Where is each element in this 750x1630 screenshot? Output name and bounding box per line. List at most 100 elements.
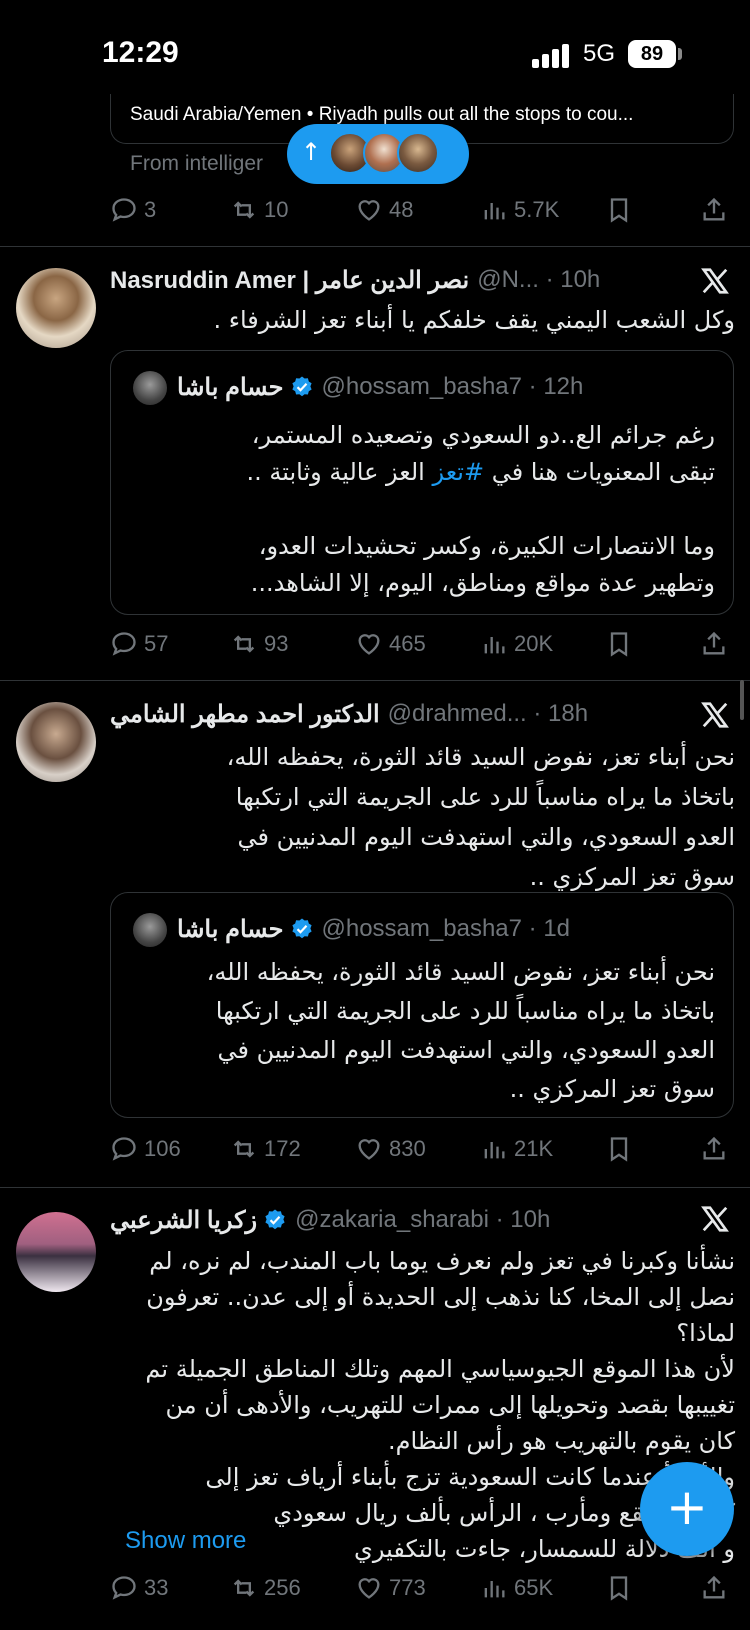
share-button[interactable] [700, 624, 734, 664]
reply-button[interactable]: 3 [110, 190, 156, 230]
verified-badge-icon [291, 918, 312, 939]
divider [0, 1187, 750, 1188]
repost-button[interactable]: 256 [230, 1568, 301, 1608]
reply-button[interactable]: 33 [110, 1568, 168, 1608]
repost-button[interactable]: 10 [230, 190, 288, 230]
reply-button[interactable]: 57 [110, 624, 168, 664]
author-handle[interactable]: @drahmed... · 18h [388, 700, 588, 728]
action-bar: 33 256 773 65K [110, 1568, 730, 1608]
heart-icon [358, 634, 380, 655]
quote-author-handle: @hossam_basha7 · 12h [321, 373, 584, 400]
quote-text: نحن أبناء تعز، نفوض السيد قائد الثورة، ي… [206, 958, 715, 1103]
heart-icon [358, 200, 380, 221]
share-button[interactable] [700, 1568, 734, 1608]
battery-indicator: 89 [628, 40, 676, 68]
quoted-tweet[interactable]: حسام باشا @hossam_basha7 · 12h رغم جرائم… [110, 350, 734, 615]
views-button[interactable]: 65K [480, 1568, 553, 1608]
author-name[interactable]: الدكتور احمد مطهر الشامي [110, 700, 380, 729]
quote-header: حسام باشا @hossam_basha7 · 1d [177, 909, 570, 949]
scrollbar[interactable] [740, 680, 744, 720]
share-button[interactable] [700, 190, 734, 230]
author-name[interactable]: Nasruddin Amer | نصر الدين عامر [110, 266, 469, 295]
verified-badge-icon [265, 1209, 285, 1230]
heart-icon [358, 1578, 380, 1599]
reply-icon [112, 632, 136, 656]
link-card-source: From intelliger [130, 152, 264, 175]
analytics-icon [484, 637, 505, 654]
repost-button[interactable]: 93 [230, 624, 288, 664]
analytics-icon [484, 1581, 505, 1598]
compose-button[interactable]: + [640, 1462, 734, 1556]
views-button[interactable]: 5.7K [480, 190, 559, 230]
quote-author-handle: @hossam_basha7 · 1d [321, 915, 571, 942]
new-posts-pill[interactable]: ↑ [287, 124, 469, 184]
verified-badge-icon [291, 376, 312, 397]
analytics-icon [484, 203, 505, 220]
avatar [133, 371, 167, 405]
avatar[interactable] [16, 702, 96, 782]
reply-icon [112, 198, 136, 222]
action-bar: 3 10 48 5.7K [110, 190, 730, 230]
repost-icon [233, 1579, 255, 1597]
reply-icon [112, 1576, 136, 1600]
hashtag-link[interactable]: #تعز [432, 458, 484, 486]
bookmark-icon [610, 198, 628, 223]
link-card-caption: Saudi Arabia/Yemen • Riyadh pulls out al… [130, 104, 634, 125]
tweet-text: نحن أبناء تعز، نفوض السيد قائد الثورة، ي… [226, 743, 735, 891]
heart-icon [358, 1139, 380, 1160]
bookmark-icon [610, 1137, 628, 1162]
quote-text: رغم جرائم الع..دو السعودي وتصعيده المستم… [246, 421, 715, 597]
show-more-link[interactable]: Show more [125, 1527, 246, 1555]
bookmark-button[interactable] [605, 624, 639, 664]
repost-button[interactable]: 172 [230, 1129, 301, 1169]
quote-author-name: حسام باشا [177, 915, 284, 943]
reply-icon [112, 1137, 136, 1161]
share-icon [703, 1575, 725, 1599]
divider [0, 680, 750, 681]
views-button[interactable]: 20K [480, 624, 553, 664]
avatar[interactable] [16, 268, 96, 348]
battery-tip [678, 48, 682, 60]
analytics-icon [484, 1142, 505, 1159]
avatar [397, 132, 439, 174]
bookmark-icon [610, 632, 628, 657]
share-icon [703, 631, 725, 655]
cellular-signal-icon [532, 44, 572, 68]
bookmark-button[interactable] [605, 1568, 639, 1608]
divider [0, 246, 750, 247]
bookmark-button[interactable] [605, 1129, 639, 1169]
quote-author-name: حسام باشا [177, 373, 284, 401]
quoted-tweet[interactable]: حسام باشا @hossam_basha7 · 1d نحن أبناء … [110, 892, 734, 1118]
tweet-header: زكريا الشرعبي @zakaria_sharabi · 10h [110, 1202, 690, 1238]
reply-button[interactable]: 106 [110, 1129, 181, 1169]
share-icon [703, 197, 725, 221]
like-button[interactable]: 465 [355, 624, 426, 664]
repost-icon [233, 635, 255, 653]
repost-icon [233, 201, 255, 219]
bookmark-icon [610, 1576, 628, 1601]
network-type: 5G [583, 40, 616, 67]
repost-icon [233, 1140, 255, 1158]
tweet-text: وكل الشعب اليمني يقف خلفكم يا أبناء تعز … [213, 306, 735, 334]
quote-header: حسام باشا @hossam_basha7 · 12h [177, 367, 583, 407]
bookmark-button[interactable] [605, 190, 639, 230]
share-button[interactable] [700, 1129, 734, 1169]
action-bar: 106 172 830 21K [110, 1129, 730, 1169]
views-button[interactable]: 21K [480, 1129, 553, 1169]
like-button[interactable]: 830 [355, 1129, 426, 1169]
tweet-header: الدكتور احمد مطهر الشامي @drahmed... · 1… [110, 696, 690, 732]
x-logo-icon [701, 1206, 729, 1232]
author-handle[interactable]: @N... · 10h [477, 266, 600, 294]
avatar[interactable] [16, 1212, 96, 1292]
x-logo-icon [701, 702, 729, 728]
tweet-header: Nasruddin Amer | نصر الدين عامر @N... · … [110, 262, 690, 298]
arrow-up-icon: ↑ [301, 138, 322, 166]
action-bar: 57 93 465 20K [110, 624, 730, 664]
like-button[interactable]: 773 [355, 1568, 426, 1608]
author-handle[interactable]: @zakaria_sharabi · 10h [295, 1206, 550, 1234]
status-time: 12:29 [102, 36, 179, 69]
share-icon [703, 1136, 725, 1160]
author-name[interactable]: زكريا الشرعبي [110, 1206, 257, 1235]
status-bar: 12:29 5G 89 [0, 0, 750, 100]
like-button[interactable]: 48 [355, 190, 413, 230]
